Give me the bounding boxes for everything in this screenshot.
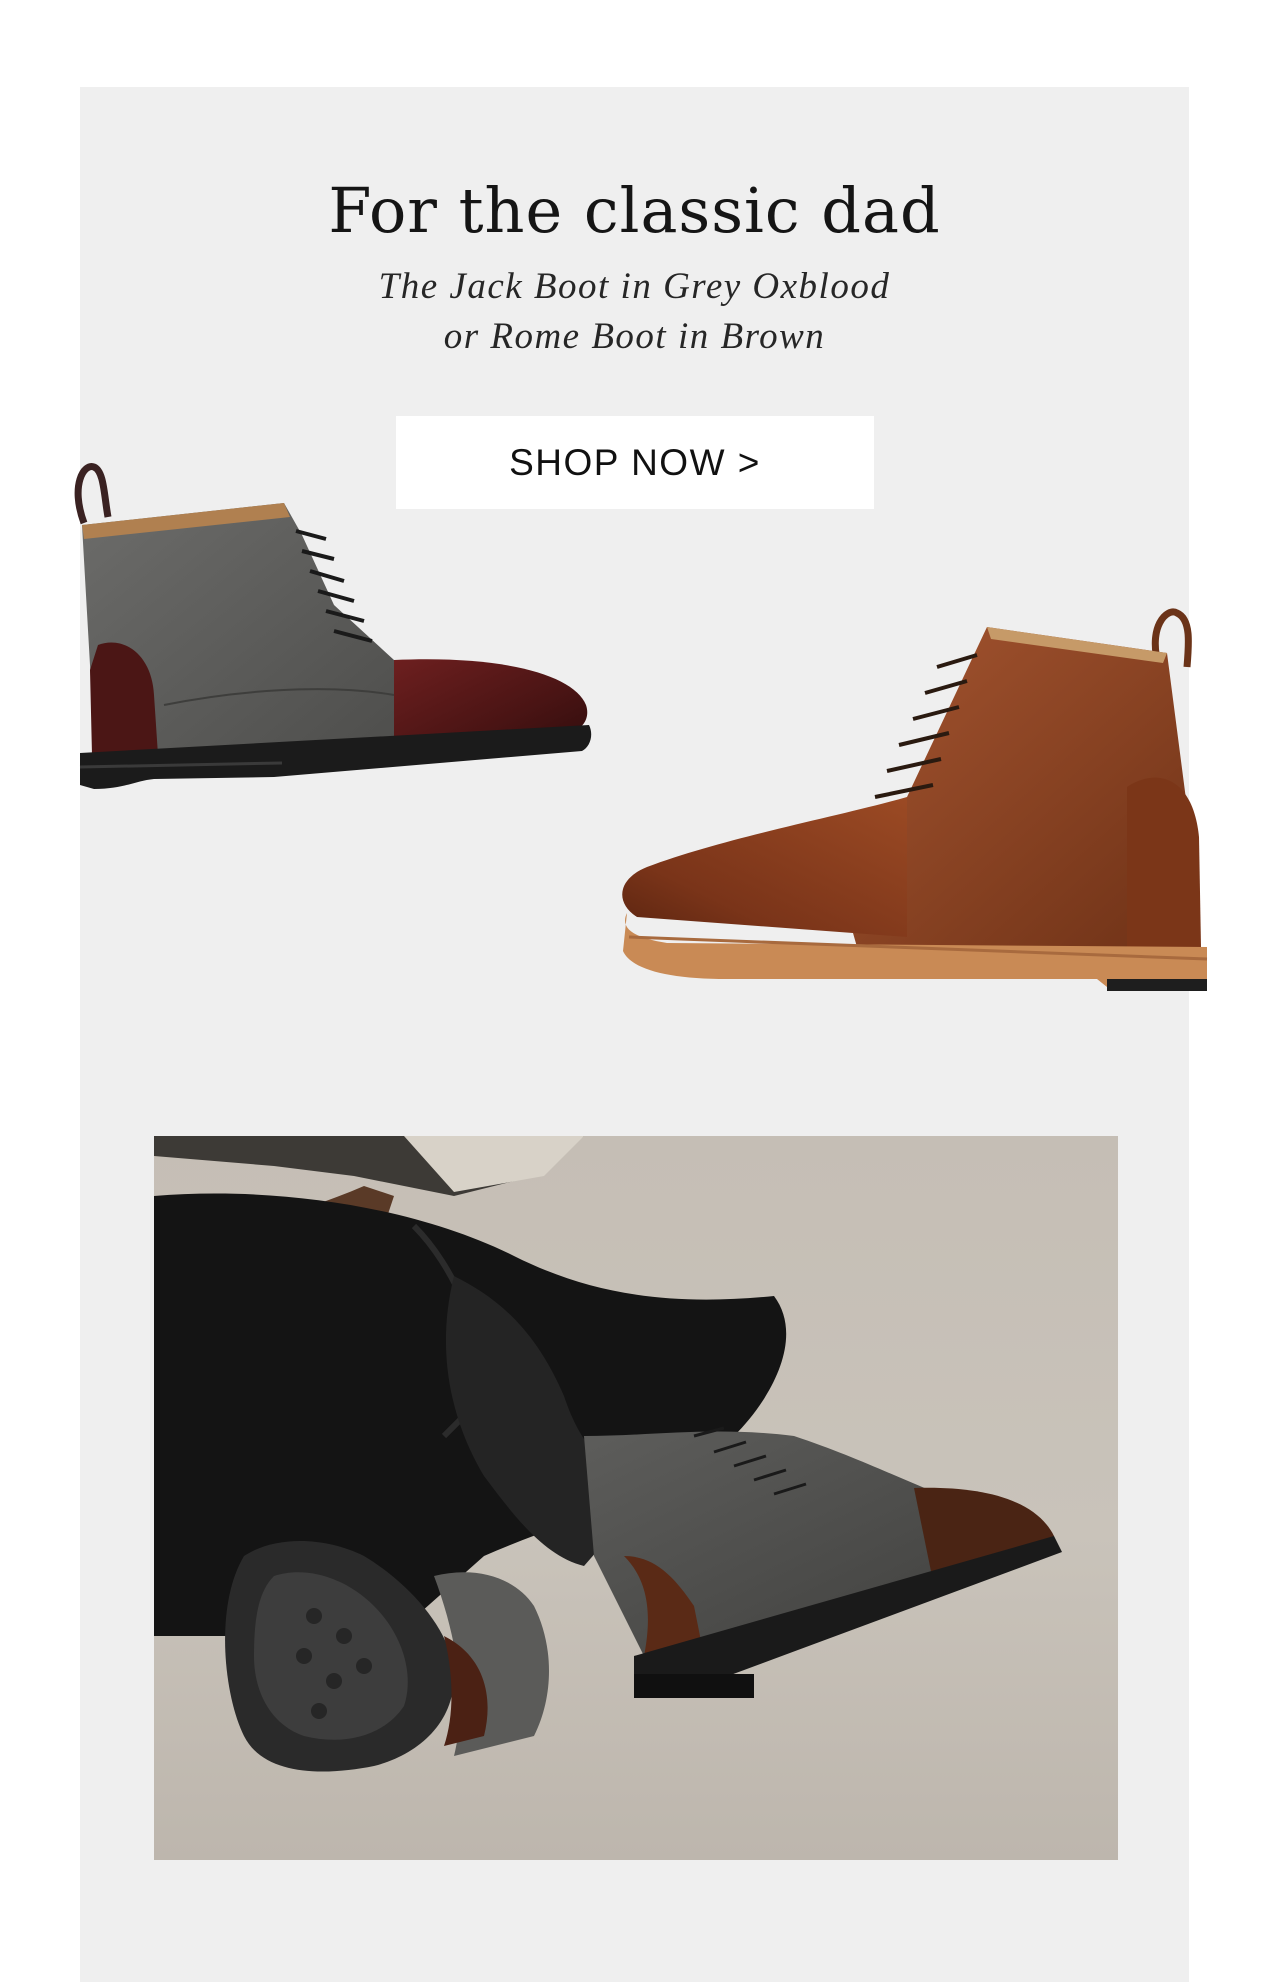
jack-boot-grey-oxblood-image[interactable] [34, 455, 646, 795]
model-wearing-boots-image [154, 1136, 1118, 1860]
lifestyle-photo [154, 1136, 1118, 1860]
promo-headline: For the classic dad [328, 174, 941, 247]
promo-panel: For the classic dad The Jack Boot in Gre… [74, 87, 1208, 1982]
rome-boot-brown-image[interactable] [607, 607, 1221, 1005]
promo-subline-jack: The Jack Boot in Grey Oxblood [378, 266, 891, 307]
promo-subline-rome: or Rome Boot in Brown [443, 316, 826, 357]
